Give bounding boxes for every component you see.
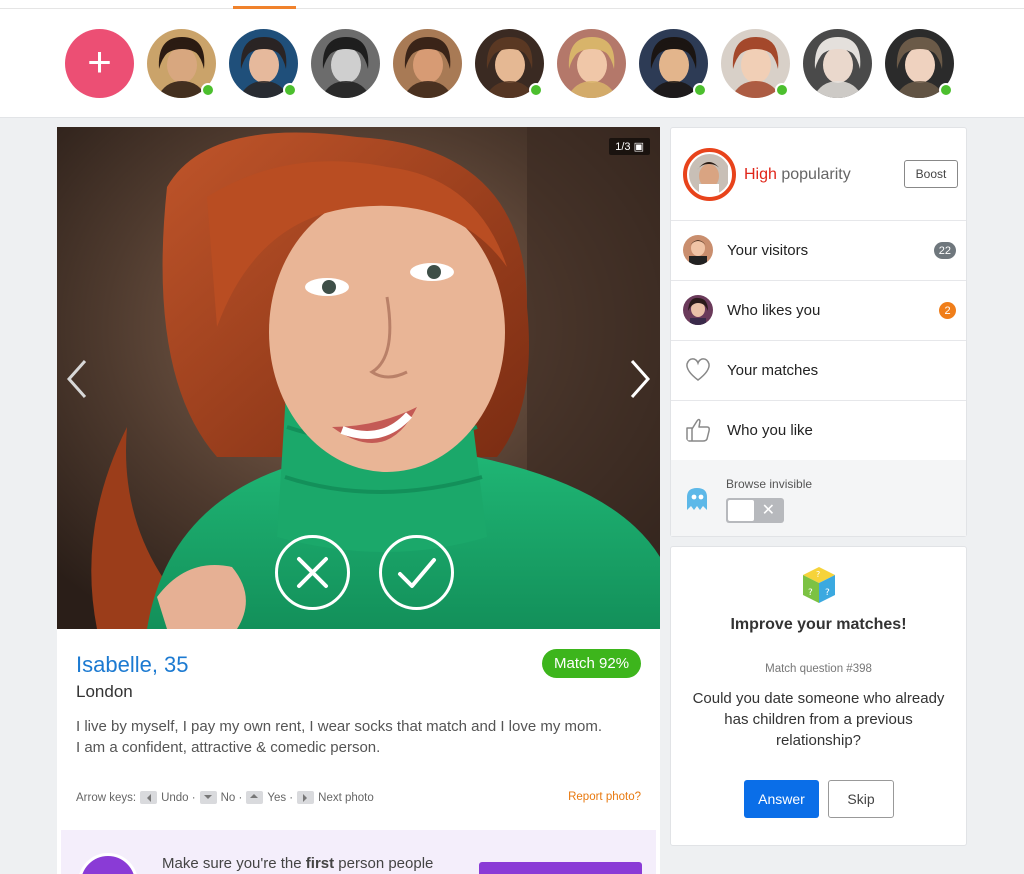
match-question-card: ? ? ? Improve your matches! Match questi… (670, 546, 967, 846)
avatar-2[interactable] (229, 29, 298, 98)
question-text: Could you date someone who already has c… (692, 690, 945, 749)
no-hint: No · (220, 791, 243, 804)
avatar-image (803, 29, 872, 98)
yes-button[interactable] (379, 535, 454, 610)
close-icon (297, 557, 328, 588)
avatar-8[interactable] (721, 29, 790, 98)
ghost-icon (687, 488, 707, 510)
avatar-image (393, 29, 462, 98)
previous-photo-arrow-icon[interactable] (65, 359, 89, 399)
toggle-knob (728, 500, 754, 521)
top-bar: + (0, 0, 1024, 118)
boost-button[interactable]: Boost (904, 160, 958, 188)
avatar-7[interactable] (639, 29, 708, 98)
online-status-dot (201, 83, 215, 97)
promo-text: Make sure you're the first person people (162, 855, 434, 872)
avatar-5[interactable] (475, 29, 544, 98)
avatar-3[interactable] (311, 29, 380, 98)
svg-text:?: ? (808, 588, 813, 598)
sidebar-item-label: Your matches (727, 362, 819, 379)
visitors-count-badge: 22 (933, 242, 956, 259)
next-photo-hint: Next photo (318, 791, 374, 804)
plus-icon: + (87, 37, 112, 85)
sidebar-item-label: Who likes you (727, 302, 821, 319)
avatar-1[interactable] (147, 29, 216, 98)
avatar-6[interactable] (557, 29, 626, 98)
liker-avatar (683, 295, 713, 325)
active-tab-indicator (233, 6, 296, 9)
sidebar-item-label: Who you like (727, 422, 813, 439)
sidebar-item-matches[interactable]: Your matches (671, 341, 966, 401)
camera-icon: ▣ (633, 141, 644, 153)
skip-button[interactable]: Skip (828, 780, 894, 818)
sidebar-item-likes-you[interactable]: Who likes you 2 (671, 281, 966, 341)
sidebar-item-visitors[interactable]: Your visitors 22 (671, 221, 966, 281)
my-avatar[interactable] (683, 148, 736, 201)
profile-photo[interactable]: 1/3 ▣ (57, 127, 660, 629)
browse-invisible-toggle[interactable]: ✕ (726, 498, 784, 523)
match-badge: Match 92% (542, 649, 642, 678)
bio-line: I live by myself, I pay my own rent, I w… (76, 718, 603, 735)
report-photo-link[interactable]: Report photo? (568, 791, 641, 803)
my-avatar-image (689, 154, 728, 193)
online-status-dot (693, 83, 707, 97)
heart-icon (686, 358, 710, 381)
avatar-4[interactable] (393, 29, 462, 98)
sidebar-item-label: Your visitors (727, 242, 809, 259)
sidebar-item-who-you-like[interactable]: Who you like (671, 401, 966, 461)
no-button[interactable] (275, 535, 350, 610)
visitor-avatar (683, 235, 713, 265)
down-key-icon (199, 791, 217, 804)
next-photo-arrow-icon[interactable] (628, 359, 652, 399)
svg-text:?: ? (825, 588, 830, 598)
online-status-dot (775, 83, 789, 97)
promo-icon (78, 853, 138, 874)
yes-hint: Yes · (267, 791, 294, 804)
profile-name[interactable]: Isabelle, 35 (76, 652, 189, 678)
check-icon (398, 558, 436, 588)
browse-invisible-label: Browse invisible (726, 477, 813, 491)
promo-button[interactable] (479, 862, 642, 874)
add-story-button[interactable]: + (65, 29, 134, 98)
keys-label: Arrow keys: (76, 791, 137, 804)
undo-hint: Undo · (161, 791, 196, 804)
question-cube-icon: ? ? ? (803, 567, 835, 603)
online-status-dot (939, 83, 953, 97)
popularity-text: High popularity (744, 166, 851, 183)
close-icon: ✕ (761, 502, 775, 519)
online-status-dot (529, 83, 543, 97)
avatar-image (311, 29, 380, 98)
likes-count-badge: 2 (939, 302, 956, 319)
left-key-icon (140, 791, 158, 804)
promo-banner: Make sure you're the first person people (61, 830, 656, 874)
profile-card: 1/3 ▣ Isabelle, 35 London Match 92% I li… (57, 127, 660, 874)
question-card-title: Improve your matches! (730, 616, 907, 633)
popularity-section: High popularity Boost (671, 128, 966, 221)
up-key-icon (246, 791, 264, 804)
right-key-icon (297, 791, 315, 804)
keyboard-hints: Arrow keys: Undo · No · Yes · Next photo (76, 791, 374, 804)
avatar-10[interactable] (885, 29, 954, 98)
sidebar-panel: High popularity Boost Your visitors 22 W… (670, 127, 967, 537)
online-status-dot (283, 83, 297, 97)
avatar-9[interactable] (803, 29, 872, 98)
answer-button[interactable]: Answer (744, 780, 819, 818)
profile-city: London (76, 682, 133, 701)
photo-counter: 1/3 ▣ (609, 138, 650, 155)
profile-photo-image (57, 127, 660, 629)
profile-bio: I live by myself, I pay my own rent, I w… (76, 716, 636, 758)
question-number: Match question #398 (765, 663, 872, 675)
bio-line: I am a confident, attractive & comedic p… (76, 739, 381, 756)
top-divider (0, 8, 1024, 9)
thumbs-up-icon (686, 418, 710, 442)
avatar-image (557, 29, 626, 98)
browse-invisible-section: Browse invisible ✕ (671, 460, 966, 536)
svg-text:?: ? (816, 570, 820, 579)
